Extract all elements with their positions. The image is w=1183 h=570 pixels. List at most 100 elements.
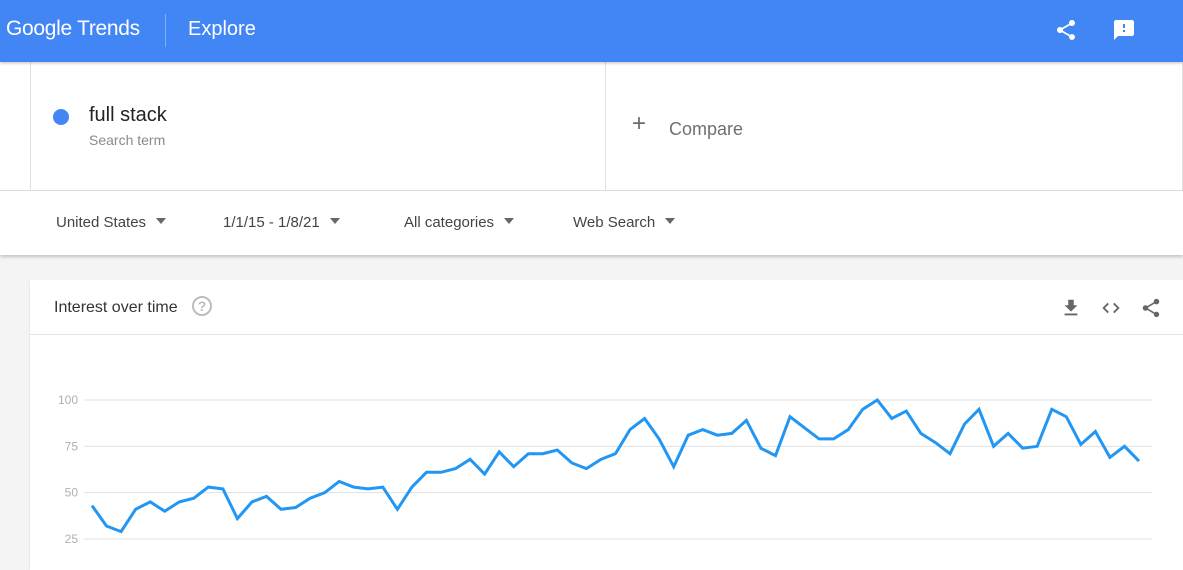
data-point[interactable] bbox=[989, 441, 999, 451]
data-point[interactable] bbox=[378, 482, 388, 492]
data-point[interactable] bbox=[552, 445, 562, 455]
date-range-value: 1/1/15 - 1/8/21 bbox=[223, 214, 320, 231]
data-point[interactable] bbox=[669, 462, 679, 472]
search-terms-area: full stack Search term + Compare bbox=[0, 62, 1183, 191]
category-dropdown[interactable]: All categories bbox=[404, 214, 515, 231]
data-point[interactable] bbox=[1105, 452, 1115, 462]
search-term-card[interactable]: full stack Search term bbox=[30, 62, 606, 191]
data-point[interactable] bbox=[407, 482, 417, 492]
data-point[interactable] bbox=[960, 419, 970, 429]
caret-down-icon bbox=[665, 218, 676, 225]
data-point[interactable] bbox=[756, 443, 766, 453]
data-point[interactable] bbox=[523, 449, 533, 459]
data-point[interactable] bbox=[741, 415, 751, 425]
data-point[interactable] bbox=[218, 484, 228, 494]
data-point[interactable] bbox=[116, 527, 126, 537]
data-point[interactable] bbox=[625, 425, 635, 435]
data-point[interactable] bbox=[262, 491, 272, 501]
interest-line-chart[interactable]: 100 75 50 25 bbox=[30, 280, 1183, 570]
region-dropdown[interactable]: United States bbox=[56, 214, 167, 231]
feedback-icon[interactable] bbox=[1112, 18, 1136, 42]
search-term-type: Search term bbox=[89, 132, 166, 148]
data-point[interactable] bbox=[800, 423, 810, 433]
data-point[interactable] bbox=[771, 451, 781, 461]
region-value: United States bbox=[56, 214, 147, 231]
compare-button[interactable]: + Compare bbox=[606, 62, 1183, 191]
data-point[interactable] bbox=[334, 477, 344, 487]
data-point[interactable] bbox=[1090, 427, 1100, 437]
y-tick-label-25: 25 bbox=[65, 532, 79, 546]
data-point[interactable] bbox=[930, 438, 940, 448]
data-point[interactable] bbox=[814, 434, 824, 444]
y-tick-label-75: 75 bbox=[65, 439, 79, 453]
data-point[interactable] bbox=[349, 482, 359, 492]
data-point[interactable] bbox=[683, 430, 693, 440]
data-point[interactable] bbox=[1134, 456, 1144, 466]
data-point[interactable] bbox=[189, 493, 199, 503]
top-app-bar: Google Trends Explore bbox=[0, 0, 1183, 62]
data-point[interactable] bbox=[422, 467, 432, 477]
data-point[interactable] bbox=[654, 434, 664, 444]
data-point[interactable] bbox=[174, 497, 184, 507]
data-point[interactable] bbox=[538, 449, 548, 459]
data-point[interactable] bbox=[596, 454, 606, 464]
data-point[interactable] bbox=[1003, 428, 1013, 438]
data-point[interactable] bbox=[494, 447, 504, 457]
data-point[interactable] bbox=[247, 497, 257, 507]
data-point[interactable] bbox=[712, 430, 722, 440]
data-point[interactable] bbox=[698, 425, 708, 435]
data-point[interactable] bbox=[829, 434, 839, 444]
search-type-dropdown[interactable]: Web Search bbox=[573, 214, 676, 231]
data-point[interactable] bbox=[203, 482, 213, 492]
caret-down-icon bbox=[504, 218, 515, 225]
data-point[interactable] bbox=[945, 449, 955, 459]
data-point[interactable] bbox=[451, 464, 461, 474]
data-point[interactable] bbox=[974, 404, 984, 414]
data-point[interactable] bbox=[901, 406, 911, 416]
data-point[interactable] bbox=[320, 488, 330, 498]
category-value: All categories bbox=[404, 214, 495, 231]
data-point[interactable] bbox=[1047, 404, 1057, 414]
data-point[interactable] bbox=[858, 404, 868, 414]
data-point[interactable] bbox=[916, 428, 926, 438]
google-trends-logo[interactable]: Google Trends bbox=[6, 17, 140, 41]
data-point[interactable] bbox=[872, 395, 882, 405]
data-point[interactable] bbox=[611, 449, 621, 459]
data-point[interactable] bbox=[640, 414, 650, 424]
data-point[interactable] bbox=[131, 504, 141, 514]
data-point[interactable] bbox=[102, 521, 112, 531]
y-tick-label-50: 50 bbox=[65, 486, 79, 500]
data-point[interactable] bbox=[1120, 441, 1130, 451]
data-point[interactable] bbox=[785, 412, 795, 422]
data-point[interactable] bbox=[567, 458, 577, 468]
data-point[interactable] bbox=[1018, 443, 1028, 453]
data-point[interactable] bbox=[509, 462, 519, 472]
interest-over-time-card: Interest over time ? 100 75 50 25 bbox=[30, 280, 1183, 570]
search-term-text[interactable]: full stack bbox=[89, 104, 167, 127]
data-point[interactable] bbox=[305, 493, 315, 503]
date-range-dropdown[interactable]: 1/1/15 - 1/8/21 bbox=[223, 214, 340, 231]
data-point[interactable] bbox=[363, 484, 373, 494]
caret-down-icon bbox=[329, 218, 340, 225]
data-point[interactable] bbox=[1032, 441, 1042, 451]
data-point[interactable] bbox=[276, 504, 286, 514]
data-point[interactable] bbox=[887, 414, 897, 424]
data-point[interactable] bbox=[392, 504, 402, 514]
share-icon[interactable] bbox=[1054, 18, 1078, 42]
data-point[interactable] bbox=[1061, 412, 1071, 422]
data-point[interactable] bbox=[232, 514, 242, 524]
data-point[interactable] bbox=[727, 428, 737, 438]
data-point[interactable] bbox=[160, 506, 170, 516]
data-point[interactable] bbox=[581, 464, 591, 474]
series-line-0 bbox=[90, 398, 1141, 534]
data-point[interactable] bbox=[480, 469, 490, 479]
data-point[interactable] bbox=[436, 467, 446, 477]
data-point[interactable] bbox=[145, 497, 155, 507]
data-point[interactable] bbox=[465, 454, 475, 464]
data-point[interactable] bbox=[291, 503, 301, 513]
caret-down-icon bbox=[156, 218, 167, 225]
data-point[interactable] bbox=[87, 501, 97, 511]
data-point[interactable] bbox=[843, 425, 853, 435]
data-point[interactable] bbox=[1076, 440, 1086, 450]
logo-trends-text: Trends bbox=[77, 17, 140, 40]
